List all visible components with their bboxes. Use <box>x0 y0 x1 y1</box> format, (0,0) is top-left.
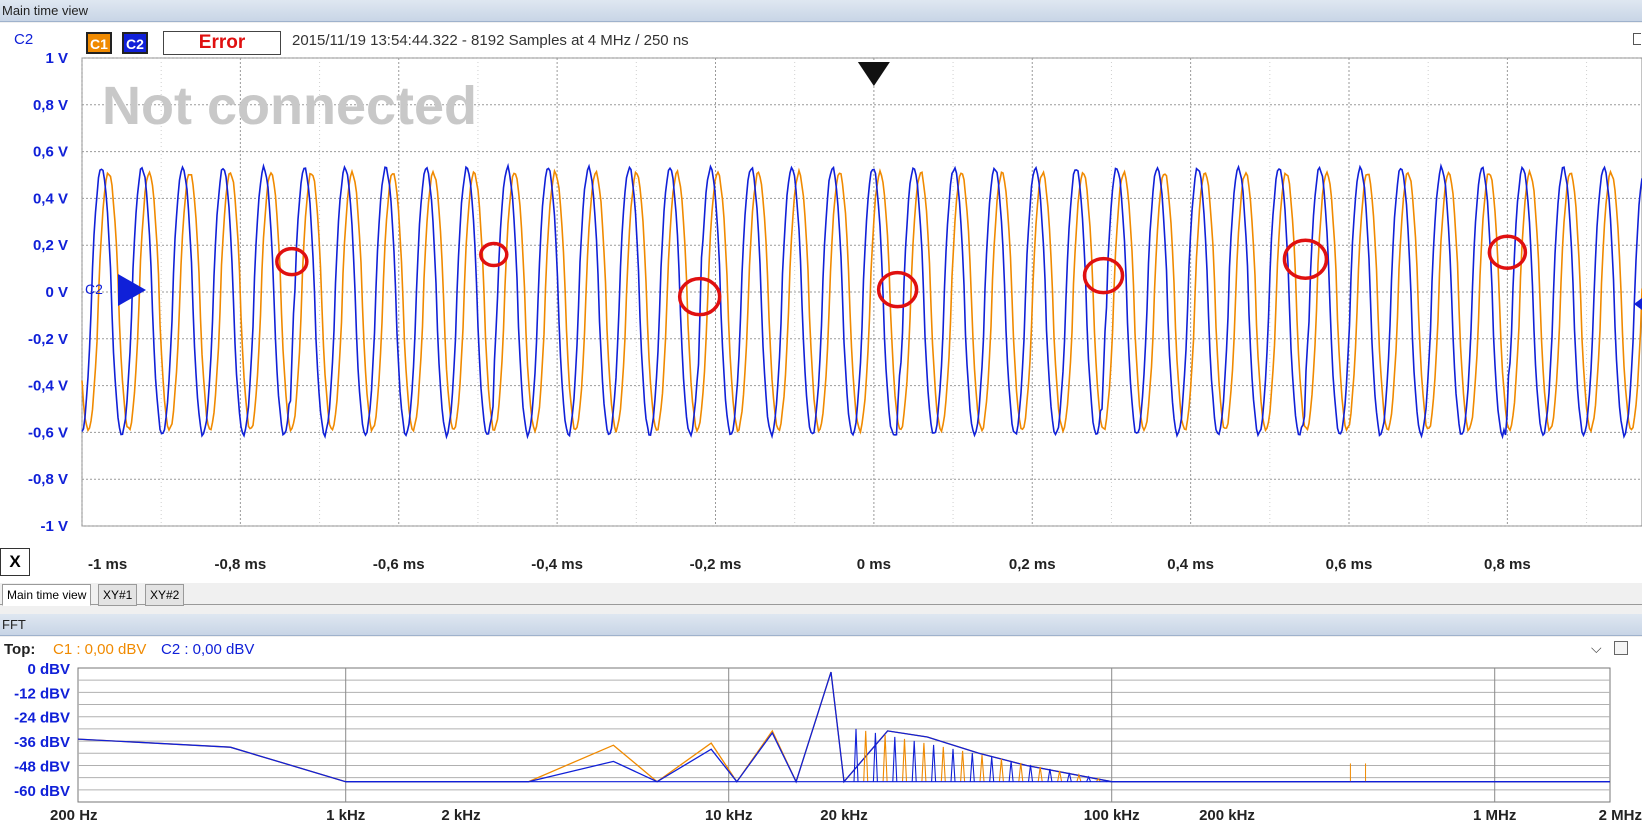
fft-x-tick-label: 200 kHz <box>1199 807 1255 824</box>
fft-y-tick-label: -36 dBV <box>14 734 70 751</box>
fft-x-tick-label: 20 kHz <box>820 807 868 824</box>
fft-y-tick-label: -12 dBV <box>14 685 70 702</box>
fft-y-tick-label: -48 dBV <box>14 758 70 775</box>
fft-x-tick-label: 100 kHz <box>1084 807 1140 824</box>
fft-x-tick-label: 2 MHz <box>1599 807 1642 824</box>
fft-x-tick-label: 10 kHz <box>705 807 753 824</box>
fft-x-tick-label: 2 kHz <box>441 807 480 824</box>
fft-x-tick-label: 1 MHz <box>1473 807 1516 824</box>
fft-x-tick-label: 200 Hz <box>50 807 98 824</box>
fft-x-tick-label: 1 kHz <box>326 807 365 824</box>
fft-y-tick-label: 0 dBV <box>27 661 70 678</box>
fft-y-tick-label: -24 dBV <box>14 710 70 727</box>
fft-plot: 0 dBV -12 dBV -24 dBV -36 dBV -48 dBV -60 dBV… <box>14 661 1642 824</box>
fft-y-tick-label: -60 dBV <box>14 783 70 800</box>
